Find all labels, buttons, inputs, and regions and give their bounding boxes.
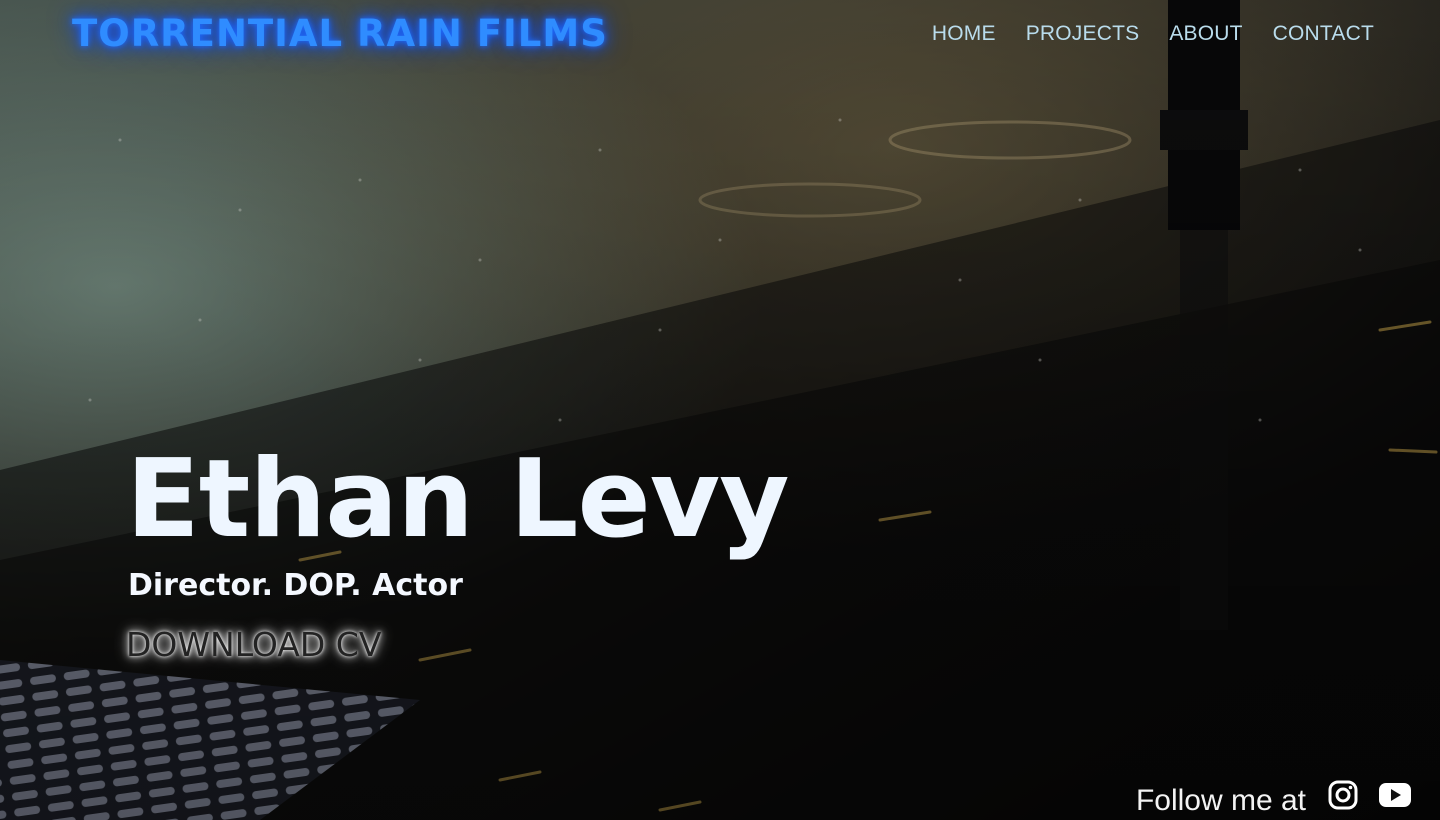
main-nav: HOME PROJECTS ABOUT CONTACT: [932, 22, 1374, 46]
brand-logo-link[interactable]: TORRENTIAL RAIN FILMS: [72, 12, 608, 55]
site-header: TORRENTIAL RAIN FILMS HOME PROJECTS ABOU…: [0, 0, 1440, 80]
nav-projects-link[interactable]: PROJECTS: [1026, 22, 1140, 46]
youtube-icon[interactable]: [1378, 778, 1412, 812]
instagram-icon[interactable]: [1326, 778, 1360, 812]
nav-home-link[interactable]: HOME: [932, 22, 996, 46]
hero-section: Ethan Levy Director. DOP. Actor DOWNLOAD…: [126, 437, 790, 665]
download-cv-link[interactable]: DOWNLOAD CV: [126, 625, 381, 664]
nav-about-link[interactable]: ABOUT: [1169, 22, 1242, 46]
follow-label: Follow me at: [1135, 784, 1306, 817]
nav-contact-link[interactable]: CONTACT: [1273, 22, 1374, 46]
hero-roles: Director. DOP. Actor: [128, 568, 463, 603]
hero-name: Ethan Levy: [126, 437, 790, 562]
rain-street-background-image: [0, 0, 1440, 820]
social-follow: Follow me at: [1136, 778, 1412, 817]
